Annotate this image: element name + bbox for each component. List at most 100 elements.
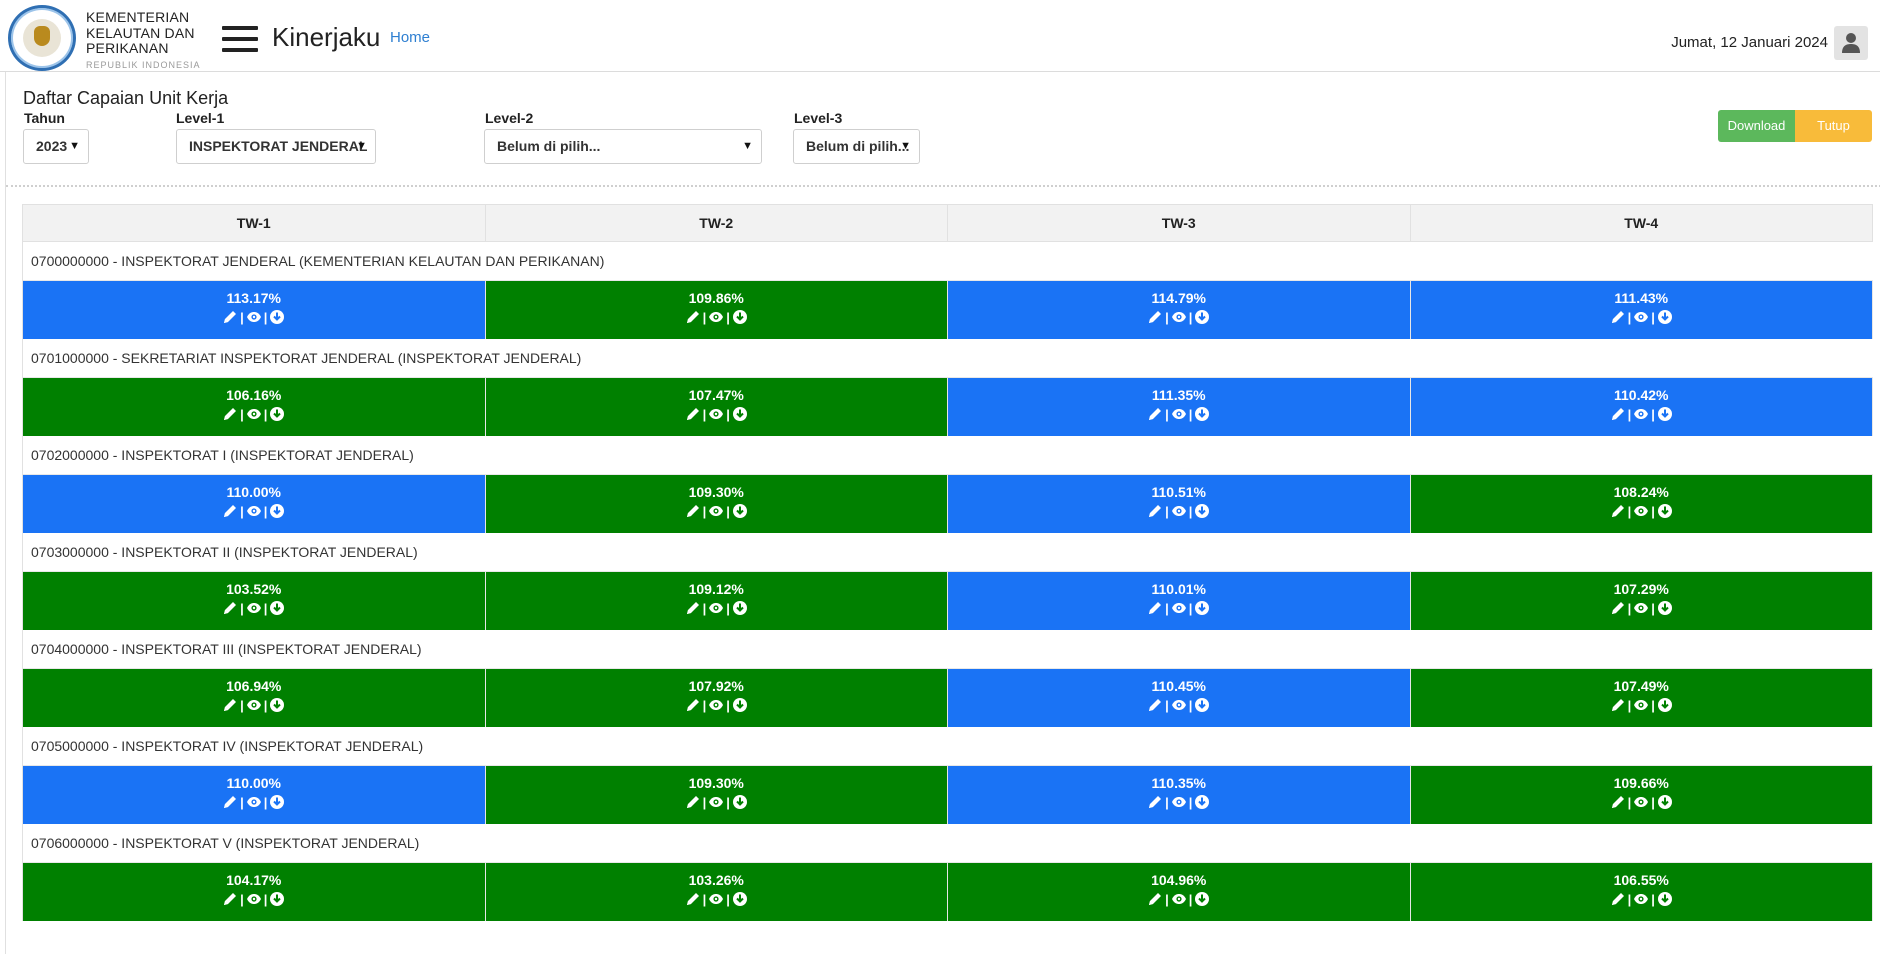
level2-select-value: Belum di pilih... [497,138,601,154]
download-circle-icon[interactable] [1194,697,1210,713]
pencil-icon[interactable] [1610,600,1626,616]
eye-icon[interactable] [1171,503,1187,519]
download-circle-icon[interactable] [732,891,748,907]
eye-icon[interactable] [708,891,724,907]
eye-icon[interactable] [708,794,724,810]
download-circle-icon[interactable] [732,406,748,422]
pencil-icon[interactable] [685,697,701,713]
download-circle-icon[interactable] [269,309,285,325]
download-circle-icon[interactable] [269,406,285,422]
eye-icon[interactable] [246,794,262,810]
ministry-logo-icon[interactable] [8,5,76,71]
level3-select[interactable]: Belum di pilih... ▼ [793,129,920,164]
download-button[interactable]: Download [1718,110,1795,142]
close-button[interactable]: Tutup [1795,110,1872,142]
table-body: 0700000000 - INSPEKTORAT JENDERAL (KEMEN… [23,242,1873,921]
download-circle-icon[interactable] [1657,309,1673,325]
eye-icon[interactable] [246,891,262,907]
pencil-icon[interactable] [1147,503,1163,519]
pencil-icon[interactable] [222,503,238,519]
pencil-icon[interactable] [222,891,238,907]
eye-icon[interactable] [708,406,724,422]
eye-icon[interactable] [708,309,724,325]
download-circle-icon[interactable] [1194,503,1210,519]
eye-icon[interactable] [1633,309,1649,325]
eye-icon[interactable] [1171,891,1187,907]
pencil-icon[interactable] [222,600,238,616]
user-avatar-icon[interactable] [1834,26,1868,60]
eye-icon[interactable] [1633,697,1649,713]
download-circle-icon[interactable] [732,309,748,325]
row-actions: | | [1411,695,1873,715]
level2-select[interactable]: Belum di pilih... ▼ [484,129,762,164]
pencil-icon[interactable] [1610,309,1626,325]
eye-icon[interactable] [1171,697,1187,713]
eye-icon[interactable] [1633,503,1649,519]
pencil-icon[interactable] [1610,794,1626,810]
home-link[interactable]: Home [390,29,430,46]
eye-icon[interactable] [1633,891,1649,907]
pencil-icon[interactable] [222,309,238,325]
pencil-icon[interactable] [685,406,701,422]
download-circle-icon[interactable] [732,600,748,616]
pencil-icon[interactable] [1610,891,1626,907]
eye-icon[interactable] [1171,600,1187,616]
pencil-icon[interactable] [1147,794,1163,810]
pencil-icon[interactable] [1610,503,1626,519]
download-circle-icon[interactable] [269,697,285,713]
download-circle-icon[interactable] [1194,794,1210,810]
tahun-select[interactable]: 2023 ▼ [23,129,89,164]
eye-icon[interactable] [1171,309,1187,325]
pencil-icon[interactable] [222,406,238,422]
level1-select[interactable]: INSPEKTORAT JENDERAL ▼ [176,129,376,164]
download-circle-icon[interactable] [732,794,748,810]
download-circle-icon[interactable] [269,891,285,907]
pencil-icon[interactable] [685,600,701,616]
eye-icon[interactable] [1633,406,1649,422]
download-circle-icon[interactable] [1194,406,1210,422]
pencil-icon[interactable] [685,309,701,325]
pencil-icon[interactable] [1610,406,1626,422]
eye-icon[interactable] [1633,600,1649,616]
download-circle-icon[interactable] [269,794,285,810]
download-circle-icon[interactable] [1194,891,1210,907]
action-separator: | [702,600,707,616]
download-circle-icon[interactable] [1657,600,1673,616]
pencil-icon[interactable] [685,891,701,907]
eye-icon[interactable] [246,600,262,616]
pencil-icon[interactable] [1147,406,1163,422]
download-circle-icon[interactable] [1657,697,1673,713]
eye-icon[interactable] [708,600,724,616]
download-circle-icon[interactable] [1657,794,1673,810]
eye-icon[interactable] [246,697,262,713]
download-circle-icon[interactable] [1657,503,1673,519]
score-percentage: 114.79% [1151,290,1207,306]
eye-icon[interactable] [246,503,262,519]
download-circle-icon[interactable] [1657,406,1673,422]
pencil-icon[interactable] [1610,697,1626,713]
pencil-icon[interactable] [685,503,701,519]
pencil-icon[interactable] [1147,697,1163,713]
pencil-icon[interactable] [1147,600,1163,616]
eye-icon[interactable] [708,697,724,713]
eye-icon[interactable] [708,503,724,519]
download-circle-icon[interactable] [269,503,285,519]
download-circle-icon[interactable] [1194,309,1210,325]
pencil-icon[interactable] [685,794,701,810]
download-circle-icon[interactable] [732,503,748,519]
pencil-icon[interactable] [222,794,238,810]
pencil-icon[interactable] [1147,891,1163,907]
eye-icon[interactable] [1633,794,1649,810]
download-circle-icon[interactable] [1657,891,1673,907]
eye-icon[interactable] [1171,406,1187,422]
menu-hamburger-icon[interactable] [222,26,258,52]
download-circle-icon[interactable] [269,600,285,616]
eye-icon[interactable] [246,309,262,325]
download-circle-icon[interactable] [1194,600,1210,616]
download-circle-icon[interactable] [732,697,748,713]
pencil-icon[interactable] [222,697,238,713]
score-cell-tw4: 107.29% | | [1410,572,1873,630]
pencil-icon[interactable] [1147,309,1163,325]
eye-icon[interactable] [1171,794,1187,810]
eye-icon[interactable] [246,406,262,422]
